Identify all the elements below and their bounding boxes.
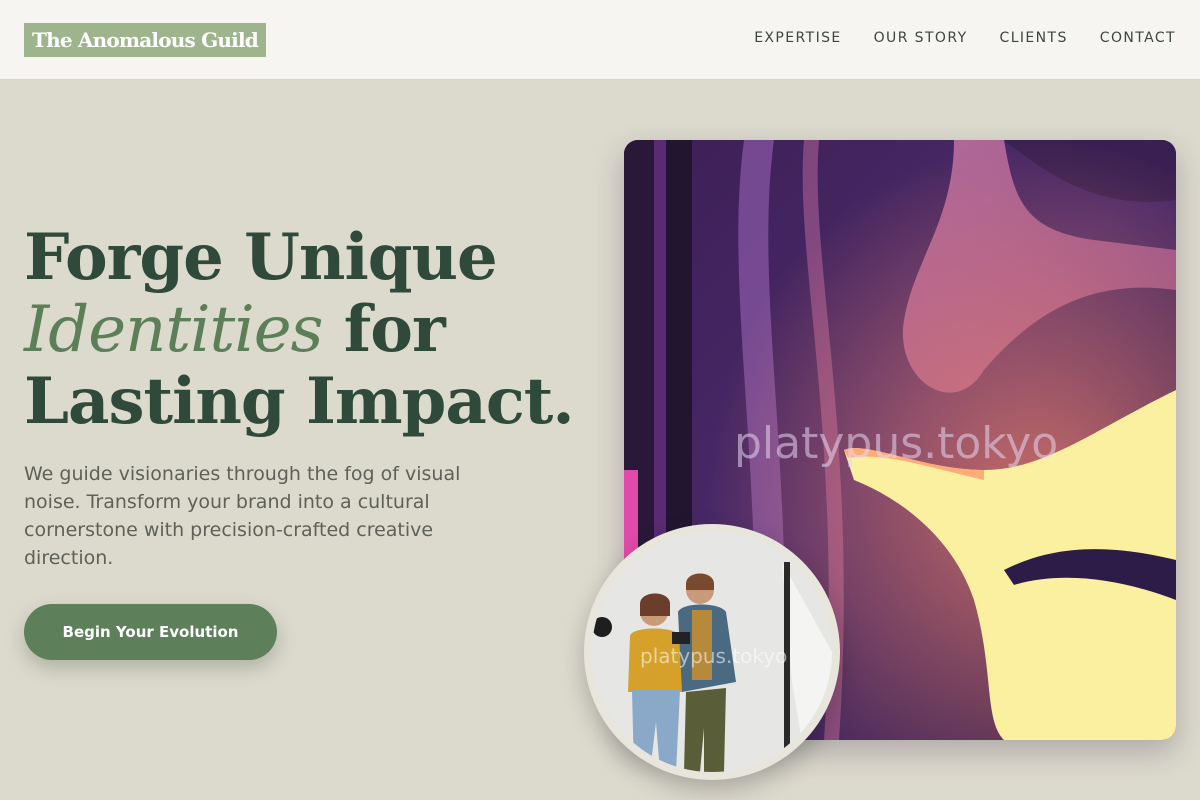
nav-clients[interactable]: CLIENTS — [1000, 30, 1068, 46]
begin-evolution-button[interactable]: Begin Your Evolution — [24, 604, 277, 660]
nav-expertise[interactable]: EXPERTISE — [754, 30, 841, 46]
site-header: The Anomalous Guild EXPERTISE OUR STORY … — [0, 0, 1200, 80]
team-photo-frame: platypus.tokyo — [584, 524, 840, 780]
headline-line-3: Lasting Impact. — [24, 364, 575, 439]
headline-line-1: Forge Unique — [24, 220, 498, 295]
photo-watermark: platypus.tokyo — [640, 644, 788, 668]
art-watermark: platypus.tokyo — [734, 418, 1059, 469]
nav-contact[interactable]: CONTACT — [1100, 30, 1176, 46]
team-photo: platypus.tokyo — [592, 532, 832, 772]
nav-our-story[interactable]: OUR STORY — [874, 30, 968, 46]
site-logo[interactable]: The Anomalous Guild — [24, 23, 266, 57]
main-nav: EXPERTISE OUR STORY CLIENTS CONTACT — [754, 30, 1176, 46]
hero-subtext: We guide visionaries through the fog of … — [24, 463, 461, 569]
hero-headline: Forge Unique Identities for Lasting Impa… — [24, 222, 604, 438]
headline-line-2-rest: for — [322, 292, 446, 367]
headline-accent: Identities — [24, 293, 323, 367]
